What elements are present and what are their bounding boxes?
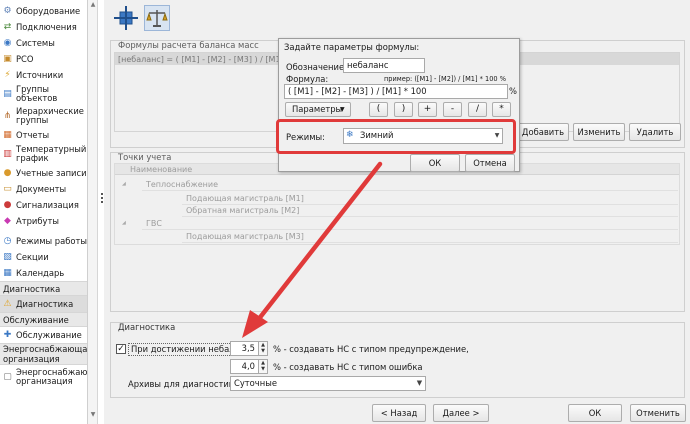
annotation-arrow xyxy=(242,161,383,338)
arrow-shaft xyxy=(255,161,383,323)
